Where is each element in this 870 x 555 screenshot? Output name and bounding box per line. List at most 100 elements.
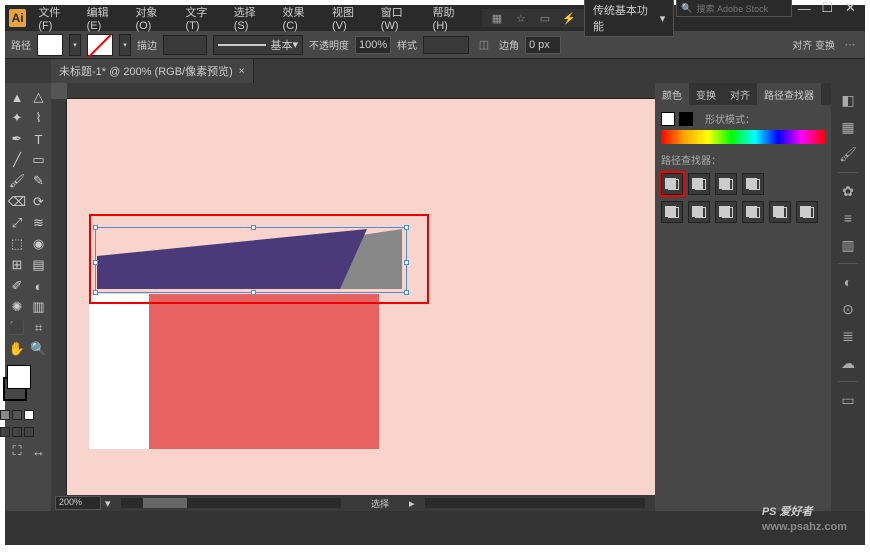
fill-swatch[interactable] bbox=[37, 34, 63, 56]
stroke-swatch[interactable] bbox=[87, 34, 113, 56]
draw-behind[interactable] bbox=[12, 427, 22, 437]
direct-selection-tool[interactable]: △ bbox=[29, 87, 49, 107]
dock-swatches-icon[interactable]: ▦ bbox=[837, 116, 859, 138]
gradient-mode-swatch[interactable] bbox=[12, 410, 22, 420]
pencil-tool[interactable]: ✎ bbox=[29, 171, 49, 191]
dock-layers-icon[interactable]: ≣ bbox=[837, 325, 859, 347]
pathfinder-outline-button[interactable] bbox=[769, 201, 791, 223]
handle-mr[interactable] bbox=[404, 260, 409, 265]
handle-tc[interactable] bbox=[251, 225, 256, 230]
stock-icon[interactable]: ☆ bbox=[512, 9, 530, 27]
eyedropper-tool[interactable]: ✐ bbox=[7, 276, 27, 296]
workspace-switcher[interactable]: 传统基本功能 ▾ bbox=[584, 0, 674, 37]
document-tab[interactable]: 未标题-1* @ 200% (RGB/像素预览) × bbox=[51, 59, 254, 83]
column-graph-tool[interactable]: ▥ bbox=[29, 297, 49, 317]
type-tool[interactable]: T bbox=[29, 129, 49, 149]
zoom-input[interactable]: 200% bbox=[55, 496, 101, 510]
scroll-thumb[interactable] bbox=[143, 498, 187, 508]
dock-transparency-icon[interactable]: ◐ bbox=[837, 271, 859, 293]
menu-object[interactable]: 对象(O) bbox=[129, 0, 177, 36]
menu-edit[interactable]: 编辑(E) bbox=[81, 0, 128, 36]
panel-tab-transform[interactable]: 变换 bbox=[689, 83, 723, 105]
shape-builder-tool[interactable]: ◉ bbox=[29, 234, 49, 254]
stroke-dropdown[interactable]: ▾ bbox=[119, 34, 131, 56]
dock-gradient-icon[interactable]: ▥ bbox=[837, 234, 859, 256]
nav-arrow-icon[interactable]: ▸ bbox=[409, 497, 415, 510]
eraser-tool[interactable]: ⌫ bbox=[7, 192, 27, 212]
panel-tab-color[interactable]: 颜色 bbox=[655, 83, 689, 105]
free-transform-tool[interactable]: ⬚ bbox=[7, 234, 27, 254]
magic-wand-tool[interactable]: ✦ bbox=[7, 108, 27, 128]
stock-search-input[interactable]: 🔍 搜索 Adobe Stock bbox=[676, 0, 791, 17]
ruler-vertical[interactable] bbox=[51, 99, 67, 495]
menu-select[interactable]: 选择(S) bbox=[228, 0, 275, 36]
ruler-horizontal[interactable] bbox=[67, 83, 655, 99]
lasso-tool[interactable]: ⌇ bbox=[29, 108, 49, 128]
arrange-icon[interactable]: ▭ bbox=[536, 9, 554, 27]
dock-brushes-icon[interactable]: 🖌 bbox=[837, 143, 859, 165]
shape-red-rect[interactable] bbox=[149, 294, 379, 449]
scrollbar-h-left[interactable] bbox=[121, 498, 341, 508]
menu-type[interactable]: 文字(T) bbox=[179, 0, 225, 36]
scrollbar-h-right[interactable] bbox=[425, 498, 645, 508]
symbol-sprayer-tool[interactable]: ✺ bbox=[7, 297, 27, 317]
handle-bl[interactable] bbox=[93, 290, 98, 295]
paintbrush-tool[interactable]: 🖌 bbox=[7, 171, 27, 191]
dock-symbols-icon[interactable]: ✿ bbox=[837, 180, 859, 202]
zoom-tool[interactable]: 🔍 bbox=[29, 339, 49, 359]
menu-window[interactable]: 窗口(W) bbox=[375, 0, 425, 36]
pathfinder-unite-button[interactable] bbox=[661, 173, 683, 195]
pathfinder-merge-button[interactable] bbox=[715, 201, 737, 223]
pathfinder-exclude-button[interactable] bbox=[742, 173, 764, 195]
hand-tool[interactable]: ✋ bbox=[7, 339, 27, 359]
pathfinder-minus-button[interactable] bbox=[688, 173, 710, 195]
pathfinder-intersect-button[interactable] bbox=[715, 173, 737, 195]
dock-color-icon[interactable]: ◧ bbox=[837, 89, 859, 111]
handle-bc[interactable] bbox=[251, 290, 256, 295]
pathfinder-minusback-button[interactable] bbox=[796, 201, 818, 223]
shape-white-rect[interactable] bbox=[89, 294, 149, 449]
maximize-button[interactable]: ☐ bbox=[817, 0, 838, 17]
minimize-button[interactable]: — bbox=[794, 0, 815, 17]
line-tool[interactable]: ╱ bbox=[7, 150, 27, 170]
handle-tr[interactable] bbox=[404, 225, 409, 230]
tab-close-icon[interactable]: × bbox=[239, 66, 245, 77]
dock-stroke-icon[interactable]: ≡ bbox=[837, 207, 859, 229]
rotate-tool[interactable]: ⟳ bbox=[29, 192, 49, 212]
width-tool[interactable]: ≋ bbox=[29, 213, 49, 233]
panel-tab-pathfinder[interactable]: 路径查找器 bbox=[757, 83, 821, 105]
stroke-weight-input[interactable] bbox=[163, 35, 207, 55]
align-icon[interactable]: ◫ bbox=[475, 36, 493, 54]
fill-dropdown[interactable]: ▾ bbox=[69, 34, 81, 56]
draw-inside[interactable] bbox=[24, 427, 34, 437]
pathfinder-crop-button[interactable] bbox=[742, 201, 764, 223]
fill-stroke-control[interactable] bbox=[7, 360, 27, 406]
pen-tool[interactable]: ✒ bbox=[7, 129, 27, 149]
artboard-tool[interactable]: ⬛ bbox=[7, 318, 27, 338]
bridge-icon[interactable]: ▦ bbox=[488, 9, 506, 27]
pathfinder-trim-button[interactable] bbox=[688, 201, 710, 223]
chevron-down-icon[interactable]: ▾ bbox=[105, 497, 111, 510]
color-mode-swatch[interactable] bbox=[0, 410, 10, 420]
handle-br[interactable] bbox=[404, 290, 409, 295]
menu-view[interactable]: 视图(V) bbox=[326, 0, 373, 36]
panel-stroke-swatch[interactable] bbox=[679, 112, 693, 126]
panel-fill-swatch[interactable] bbox=[661, 112, 675, 126]
corner-input[interactable]: 0 px bbox=[525, 36, 561, 54]
opacity-input[interactable]: 100% bbox=[355, 36, 391, 54]
selection-tool[interactable]: ▲ bbox=[7, 87, 27, 107]
close-button[interactable]: ✕ bbox=[840, 0, 861, 17]
menu-file[interactable]: 文件(F) bbox=[32, 0, 78, 36]
color-spectrum[interactable] bbox=[661, 130, 825, 144]
menu-effect[interactable]: 效果(C) bbox=[277, 0, 324, 36]
handle-ml[interactable] bbox=[93, 260, 98, 265]
draw-normal[interactable] bbox=[0, 427, 10, 437]
dock-appearance-icon[interactable]: ⊙ bbox=[837, 298, 859, 320]
rectangle-tool[interactable]: ▭ bbox=[29, 150, 49, 170]
graphic-style-dropdown[interactable] bbox=[423, 36, 469, 54]
gpu-icon[interactable]: ⚡ bbox=[560, 9, 578, 27]
selection-bounding-box[interactable] bbox=[95, 227, 407, 293]
more-icon[interactable]: ⋯ bbox=[841, 36, 859, 54]
handle-tl[interactable] bbox=[93, 225, 98, 230]
slice-tool[interactable]: ⌗ bbox=[29, 318, 49, 338]
